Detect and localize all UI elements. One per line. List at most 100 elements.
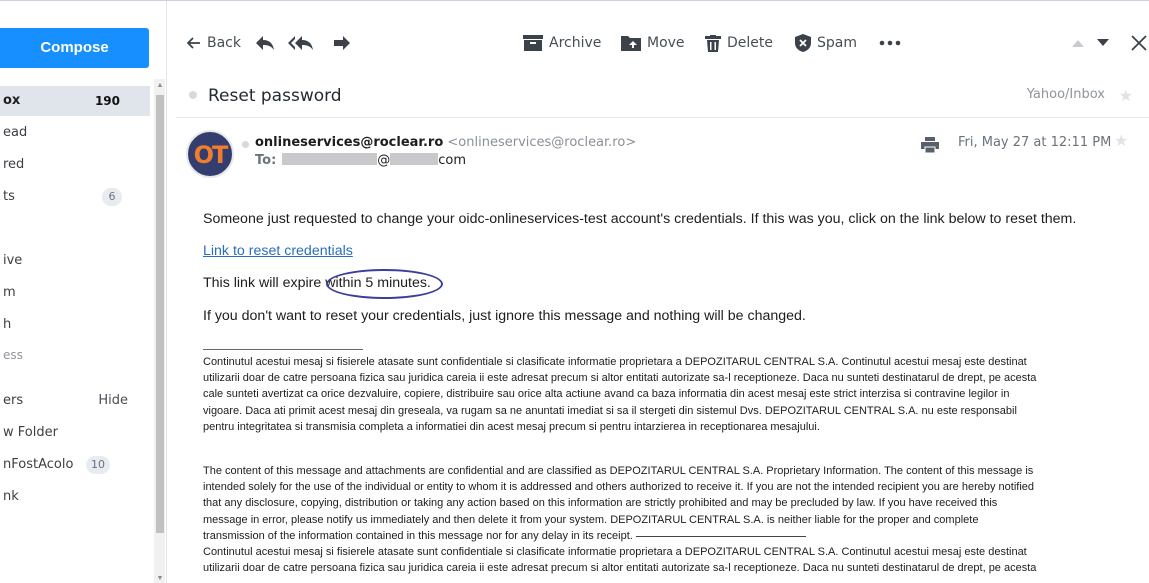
back-arrow-icon: [187, 37, 200, 49]
folder-label: ers: [3, 393, 24, 408]
disclaimer-romanian: Continutul acestui mesaj si fisierele at…: [203, 354, 1123, 435]
reply-all-button[interactable]: [288, 32, 314, 54]
close-message-button[interactable]: [1131, 32, 1147, 54]
delete-label: Delete: [727, 35, 773, 51]
disclaimer-line: message in error, please notify us immed…: [203, 513, 979, 526]
message-star-icon[interactable]: ★: [1114, 131, 1128, 151]
chevron-down-icon: [1097, 39, 1109, 46]
draft-count-badge: 6: [102, 188, 122, 206]
disclaimer-text: transmission of the information containe…: [203, 529, 633, 542]
message-subject: Reset password: [208, 86, 342, 106]
sidebar-item-drafts[interactable]: ts 6: [0, 182, 150, 212]
print-icon[interactable]: [921, 137, 939, 153]
close-icon: [1131, 35, 1147, 51]
compose-button[interactable]: Compose: [0, 28, 149, 68]
underline-rule: [635, 535, 806, 537]
delete-button[interactable]: Delete: [705, 32, 773, 54]
reply-icon: [256, 36, 274, 50]
sidebar-item-unread[interactable]: ead: [0, 118, 150, 148]
more-dots-icon: [879, 40, 901, 46]
recipient-at: @: [377, 153, 391, 168]
folder-label: m: [3, 285, 16, 300]
disclaimer-english: The content of this message and attachme…: [203, 463, 1123, 576]
next-message-button[interactable]: [1097, 32, 1109, 54]
disclaimer-line: The content of this message and attachme…: [203, 465, 1034, 477]
scroll-down-icon[interactable]: ▼: [156, 574, 164, 583]
archive-icon: [523, 35, 543, 51]
sidebar-item-starred[interactable]: red: [0, 150, 150, 180]
trash-icon: [705, 34, 721, 52]
scroll-up-icon[interactable]: ▲: [156, 81, 164, 91]
archive-button[interactable]: Archive: [523, 32, 601, 54]
sender-status-dot: [242, 141, 249, 148]
sidebar-item-less[interactable]: ess: [0, 340, 150, 370]
disclaimer-line: utilizarii doar de catre persoana fizica…: [203, 562, 1037, 575]
subject-row: Reset password Yahoo/Inbox ★: [167, 79, 1149, 117]
folder-count-badge: 10: [86, 456, 110, 474]
previous-message-button[interactable]: [1072, 32, 1084, 54]
header-divider: [176, 117, 1149, 118]
body-line-ignore: If you don't want to reset your credenti…: [203, 308, 806, 324]
sidebar-item-archive[interactable]: ive: [0, 246, 150, 276]
sidebar-item-inbox[interactable]: ox 190: [0, 86, 150, 116]
disclaimer-line: utilizarii doar de catre persoana fizica…: [203, 372, 1037, 385]
sidebar-item-custom-folder[interactable]: nFostAcolo 10: [0, 450, 150, 480]
archive-label: Archive: [549, 35, 602, 51]
disclaimer-line: Continutul acestui mesaj si fisierele at…: [203, 546, 1027, 559]
folder-label: h: [3, 317, 12, 332]
sender-line[interactable]: onlineservices@roclear.ro <onlineservice…: [255, 135, 636, 150]
message-toolbar: Back Archive Move Delete Spam: [167, 1, 1149, 79]
unread-count: 190: [94, 94, 120, 108]
recipient-suffix: com: [438, 153, 467, 168]
forward-icon: [334, 36, 350, 50]
link-text[interactable]: Link to reset credentials: [203, 243, 353, 259]
disclaimer-line: cale sunteti avertizat ca orice dezvalui…: [203, 388, 1010, 401]
more-actions-button[interactable]: [879, 32, 901, 54]
scroll-thumb[interactable]: [156, 95, 164, 533]
disclaimer-line: that any disclosure, copying, distributi…: [203, 497, 998, 510]
sidebar: Compose ox 190 ead red ts 6 ive m h ess: [0, 1, 165, 583]
reply-button[interactable]: [255, 32, 275, 54]
folder-path: Yahoo/Inbox: [1026, 87, 1105, 102]
move-folder-icon: [621, 36, 641, 51]
signature-divider: [203, 349, 363, 350]
sender-name: onlineservices@roclear.ro: [255, 135, 444, 150]
move-button[interactable]: Move: [621, 32, 685, 54]
spam-button[interactable]: Spam: [795, 32, 857, 54]
expire-prefix: This link will expire: [203, 275, 326, 291]
to-label: To:: [255, 153, 277, 168]
sidebar-item-junk[interactable]: nk: [0, 482, 150, 512]
highlight-circle: [326, 269, 443, 299]
disclaimer-line: intended solely for the use of the indiv…: [203, 481, 1034, 494]
reset-credentials-link[interactable]: Link to reset credentials: [203, 243, 353, 259]
spam-label: Spam: [817, 35, 857, 51]
move-label: Move: [647, 35, 685, 51]
back-label: Back: [207, 35, 241, 51]
hide-folders-link[interactable]: Hide: [98, 386, 128, 416]
folder-label: red: [3, 157, 25, 172]
sidebar-item-spam[interactable]: m: [0, 278, 150, 308]
disclaimer-line: pentru integritatea si transmisia comple…: [203, 420, 820, 433]
folder-label: nk: [3, 489, 19, 504]
forward-button[interactable]: [333, 32, 351, 54]
redacted-domain: [390, 153, 439, 165]
mail-app: Compose ox 190 ead red ts 6 ive m h ess: [0, 0, 1149, 583]
sidebar-item-sent[interactable]: [0, 214, 150, 244]
disclaimer-line: Continutul acestui mesaj si fisierele at…: [203, 356, 1027, 368]
shield-icon: [795, 34, 811, 52]
folder-label: ead: [3, 125, 28, 140]
sidebar-item-trash[interactable]: h: [0, 310, 150, 340]
sidebar-scrollbar[interactable]: ▲ ▼: [154, 79, 165, 583]
star-icon[interactable]: ★: [1119, 86, 1133, 106]
folder-label: w Folder: [3, 425, 58, 440]
new-folder-button[interactable]: w Folder: [0, 418, 150, 448]
redacted-recipient: [282, 153, 378, 165]
recipient-line: To: @ com: [255, 153, 466, 168]
folder-label: ox: [3, 93, 21, 108]
avatar: OT: [186, 130, 234, 178]
back-button[interactable]: Back: [187, 32, 241, 54]
body-line-request: Someone just requested to change your oi…: [203, 211, 1077, 227]
unread-indicator[interactable]: [189, 91, 197, 99]
folder-label: ive: [3, 253, 23, 268]
chevron-up-icon: [1072, 40, 1084, 47]
